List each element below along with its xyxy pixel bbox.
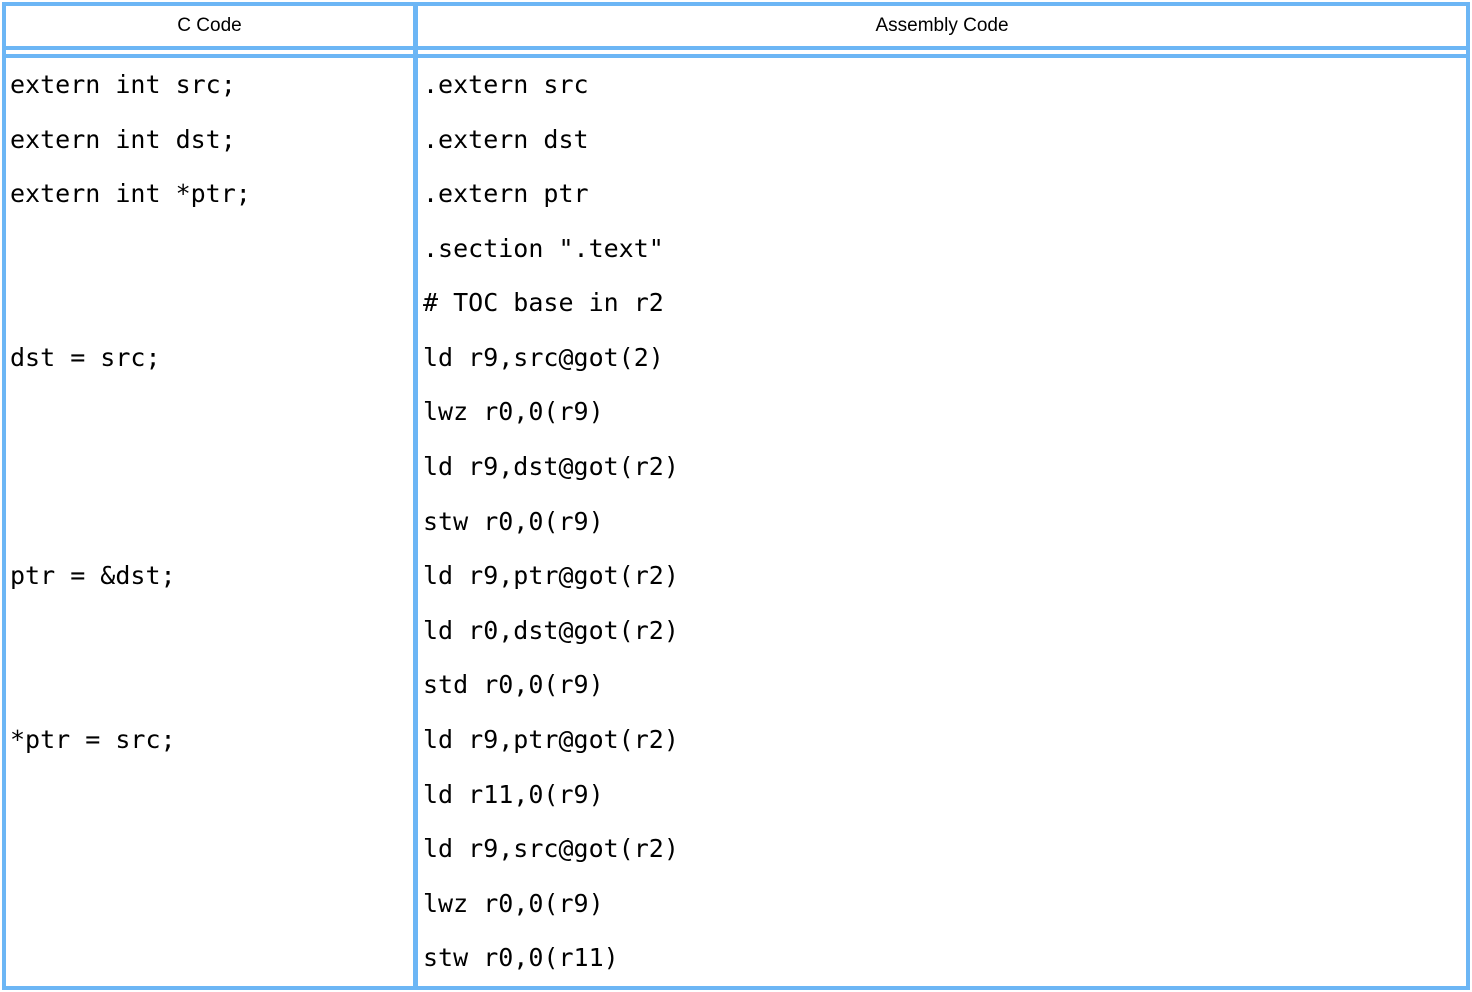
code-line: ld r9,src@got(r2) [423,822,1466,877]
code-line: lwz r0,0(r9) [423,877,1466,932]
code-line: stw r0,0(r11) [423,931,1466,986]
code-line: extern int src; [10,58,413,113]
code-line: ld r9,ptr@got(r2) [423,549,1466,604]
code-line: ld r9,dst@got(r2) [423,440,1466,495]
c-code-cell: extern int src;extern int dst;extern int… [6,58,418,986]
code-line [10,931,413,986]
code-line [10,276,413,331]
code-line [10,495,413,550]
table-body-row: extern int src;extern int dst;extern int… [6,54,1466,986]
code-line: stw r0,0(r9) [423,495,1466,550]
code-line: std r0,0(r9) [423,658,1466,713]
code-line: extern int dst; [10,113,413,168]
code-comparison-page: C Code Assembly Code extern int src;exte… [0,0,1472,992]
code-line [10,768,413,823]
code-line: ld r9,src@got(2) [423,331,1466,386]
code-line: # TOC base in r2 [423,276,1466,331]
code-line [10,440,413,495]
code-line [10,222,413,277]
code-line: ld r0,dst@got(r2) [423,604,1466,659]
code-line: .extern src [423,58,1466,113]
code-line [10,604,413,659]
code-line: .extern dst [423,113,1466,168]
code-line: dst = src; [10,331,413,386]
code-line [10,385,413,440]
code-line [10,822,413,877]
code-line: *ptr = src; [10,713,413,768]
code-line [10,658,413,713]
code-comparison-table: C Code Assembly Code extern int src;exte… [2,2,1470,990]
column-header-c-code: C Code [6,6,418,46]
code-line: .extern ptr [423,167,1466,222]
code-line: ld r9,ptr@got(r2) [423,713,1466,768]
code-line: ptr = &dst; [10,549,413,604]
assembly-code-cell: .extern src.extern dst.extern ptr.sectio… [418,58,1466,986]
code-line: .section ".text" [423,222,1466,277]
code-line: ld r11,0(r9) [423,768,1466,823]
column-header-assembly-code: Assembly Code [418,6,1466,46]
code-line: extern int *ptr; [10,167,413,222]
code-line: lwz r0,0(r9) [423,385,1466,440]
table-header-row: C Code Assembly Code [6,6,1466,50]
code-line [10,877,413,932]
